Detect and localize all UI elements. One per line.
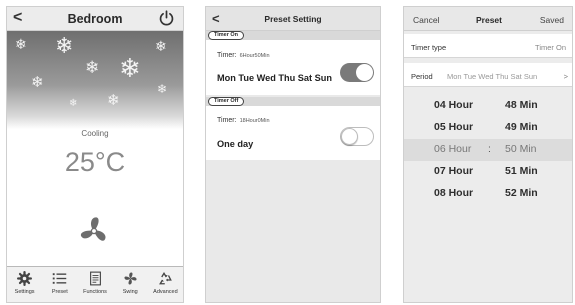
list-icon	[53, 273, 67, 284]
page-title: Preset	[476, 15, 502, 25]
tab-swing[interactable]: Swing	[113, 267, 148, 302]
timer-on-value: 6Hour50Min	[239, 53, 270, 59]
timer-off-card[interactable]: Timer: 18Hour0Min One day	[206, 106, 380, 160]
picker-row[interactable]: 08 Hour 52 Min	[404, 183, 572, 205]
period-row[interactable]: Period Mon Tue Wed Thu Sat Sun >	[404, 63, 572, 87]
swing-icon	[124, 272, 137, 285]
tab-label: Advanced	[153, 289, 178, 295]
preset-edit-screen: Cancel Preset Saved Timer type Timer On …	[403, 6, 573, 303]
page-title: Preset Setting	[264, 13, 322, 24]
picker-row-selected[interactable]: 06 Hour : 50 Min	[404, 139, 572, 161]
timer-off-section-header: Timer Off	[206, 97, 380, 106]
tab-preset[interactable]: Preset	[42, 267, 77, 302]
chevron-right-icon: >	[563, 72, 568, 81]
picker-min: 51 Min	[505, 165, 538, 177]
timer-type-row[interactable]: Timer type Timer On	[404, 34, 572, 58]
cancel-button[interactable]: Cancel	[413, 15, 439, 25]
timer-label: Timer:	[217, 52, 237, 59]
picker-min: 52 Min	[505, 187, 538, 199]
period-label: Period	[411, 72, 433, 81]
snowflake-icon: ❄	[119, 53, 141, 83]
header-bar: < Bedroom	[7, 7, 183, 31]
ac-main-screen: < Bedroom ❄ ❄ ❄ ❄ ❄ ❄ ❄ ❄ ❄ Cooling 25°C	[6, 6, 184, 303]
timer-on-section-header: Timer On	[206, 31, 380, 40]
power-icon[interactable]	[158, 10, 175, 27]
temperature-display: 25°C	[64, 147, 126, 177]
time-picker[interactable]: 04 Hour 48 Min 05 Hour 49 Min 06 Hour : …	[404, 91, 572, 211]
picker-hour: 07 Hour	[434, 165, 474, 177]
timer-on-toggle[interactable]	[340, 63, 374, 82]
header-bar: < Preset Setting	[206, 7, 380, 31]
snowflake-icon: ❄	[15, 36, 27, 52]
saved-button[interactable]: Saved	[540, 15, 564, 25]
room-title: Bedroom	[67, 11, 123, 26]
snowflake-icon: ❄	[69, 98, 78, 109]
snowflake-icon: ❄	[107, 92, 120, 109]
back-chevron-icon[interactable]: <	[212, 11, 220, 26]
snowflake-icon: ❄	[31, 74, 44, 91]
timer-off-toggle[interactable]	[340, 127, 374, 146]
snowflake-icon: ❄	[85, 58, 100, 77]
picker-min: 49 Min	[505, 121, 538, 133]
timer-type-value: Timer On	[535, 43, 566, 52]
gear-icon	[17, 271, 33, 286]
timer-on-line: Timer: 6Hour50Min	[217, 52, 270, 59]
mode-label: Cooling	[81, 129, 109, 138]
picker-row[interactable]: 05 Hour 49 Min	[404, 117, 572, 139]
tab-label: Preset	[51, 289, 68, 295]
picker-hour: 06 Hour	[434, 143, 472, 155]
tab-settings[interactable]: Settings	[7, 267, 42, 302]
period-value: Mon Tue Wed Thu Sat Sun	[447, 72, 538, 81]
header-bar: Cancel Preset Saved	[404, 7, 572, 31]
timer-on-days: Mon Tue Wed Thu Sat Sun	[217, 73, 333, 83]
toggle-knob	[356, 64, 373, 81]
picker-row[interactable]: 07 Hour 51 Min	[404, 161, 572, 183]
toggle-knob	[341, 128, 358, 145]
timer-type-label: Timer type	[411, 43, 447, 52]
bottom-tab-bar: Settings Preset Functions Swing Advanced	[7, 266, 183, 302]
picker-min: 50 Min	[505, 143, 537, 155]
tab-label: Settings	[14, 289, 35, 295]
tab-label: Functions	[83, 289, 107, 295]
snowflake-icon: ❄	[157, 82, 168, 96]
snowflake-banner: ❄ ❄ ❄ ❄ ❄ ❄ ❄ ❄ ❄	[7, 31, 183, 129]
tab-label: Swing	[122, 289, 138, 295]
timer-off-line: Timer: 18Hour0Min	[217, 117, 270, 124]
timer-on-badge: Timer On	[208, 31, 245, 40]
picker-hour: 08 Hour	[434, 187, 474, 199]
timer-off-days: One day	[217, 139, 254, 149]
picker-separator: :	[488, 143, 491, 155]
tab-functions[interactable]: Functions	[77, 267, 112, 302]
document-icon	[89, 271, 101, 286]
timer-off-value: 18Hour0Min	[239, 118, 270, 124]
picker-hour: 05 Hour	[434, 121, 474, 133]
snowflake-icon: ❄	[155, 38, 167, 54]
picker-min: 48 Min	[505, 99, 538, 111]
picker-row[interactable]: 04 Hour 48 Min	[404, 95, 572, 117]
recycle-icon	[158, 271, 172, 285]
fan-icon[interactable]	[77, 214, 111, 248]
snowflake-icon: ❄	[55, 33, 74, 58]
preset-setting-screen: < Preset Setting Timer On Timer: 6Hour50M…	[205, 6, 381, 303]
tab-advanced[interactable]: Advanced	[148, 267, 183, 302]
back-chevron-icon[interactable]: <	[13, 9, 22, 27]
picker-hour: 04 Hour	[434, 99, 474, 111]
timer-label: Timer:	[217, 117, 237, 124]
timer-on-card[interactable]: Timer: 6Hour50Min Mon Tue Wed Thu Sat Sun	[206, 40, 380, 95]
timer-off-badge: Timer Off	[208, 97, 245, 106]
